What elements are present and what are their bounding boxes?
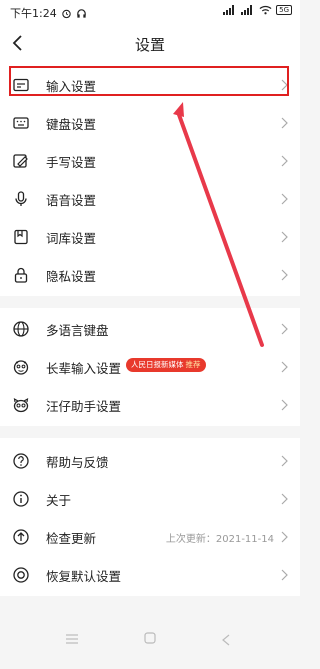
menu-icon[interactable] [66, 634, 78, 644]
back-nav-icon[interactable] [222, 634, 230, 646]
home-icon[interactable] [144, 632, 156, 644]
annotation-arrow [173, 102, 264, 347]
system-nav-bar [0, 620, 300, 669]
